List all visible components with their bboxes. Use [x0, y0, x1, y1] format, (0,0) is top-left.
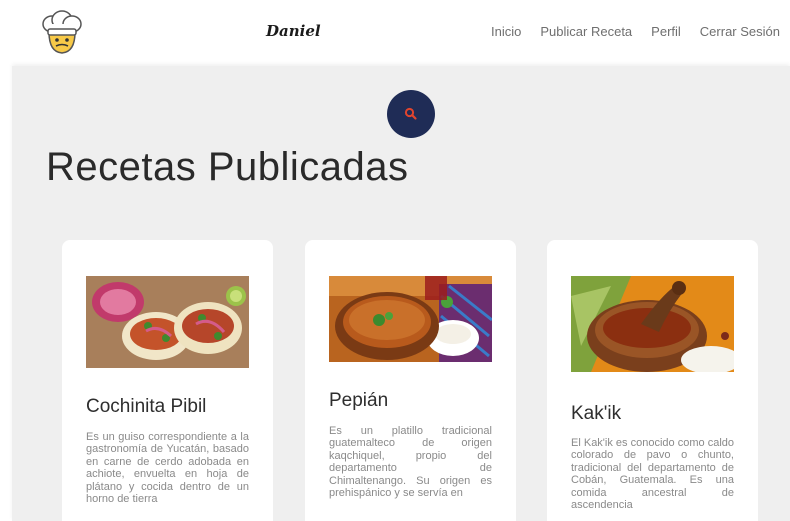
recipe-title: Pepián [329, 390, 389, 411]
chef-hat-avatar-icon[interactable] [40, 10, 84, 56]
page-title: Recetas Publicadas [46, 145, 409, 189]
recipe-description: Es un platillo tradicional guatemalteco … [329, 425, 492, 500]
recipe-card[interactable]: Pepián Es un platillo tradicional guatem… [305, 240, 516, 521]
recipe-card[interactable]: Cochinita Pibil Es un guiso correspondie… [62, 240, 273, 521]
navbar: Daniel Inicio Publicar Receta Perfil Cer… [0, 0, 790, 66]
nav-link-perfil[interactable]: Perfil [651, 24, 681, 39]
main-content: Recetas Publicadas Cochinita Pibil Es un… [12, 66, 790, 521]
recipe-title: Kak'ik [571, 403, 622, 424]
search-icon [404, 107, 417, 120]
recipe-description: El Kak'ik es conocido como caldo colorad… [571, 437, 734, 512]
recipe-image [86, 276, 249, 368]
recipe-description: Es un guiso correspondiente a la gastron… [86, 431, 249, 506]
nav-links: Inicio Publicar Receta Perfil Cerrar Ses… [491, 24, 780, 39]
nav-link-inicio[interactable]: Inicio [491, 24, 521, 39]
recipe-image [329, 276, 492, 362]
search-button[interactable] [387, 90, 435, 138]
nav-link-publicar-receta[interactable]: Publicar Receta [540, 24, 632, 39]
nav-link-cerrar-sesion[interactable]: Cerrar Sesión [700, 24, 780, 39]
recipe-image [571, 276, 734, 372]
recipe-card[interactable]: Kak'ik El Kak'ik es conocido como caldo … [547, 240, 758, 521]
recipe-title: Cochinita Pibil [86, 396, 207, 417]
brand-name: Daniel [266, 22, 321, 40]
